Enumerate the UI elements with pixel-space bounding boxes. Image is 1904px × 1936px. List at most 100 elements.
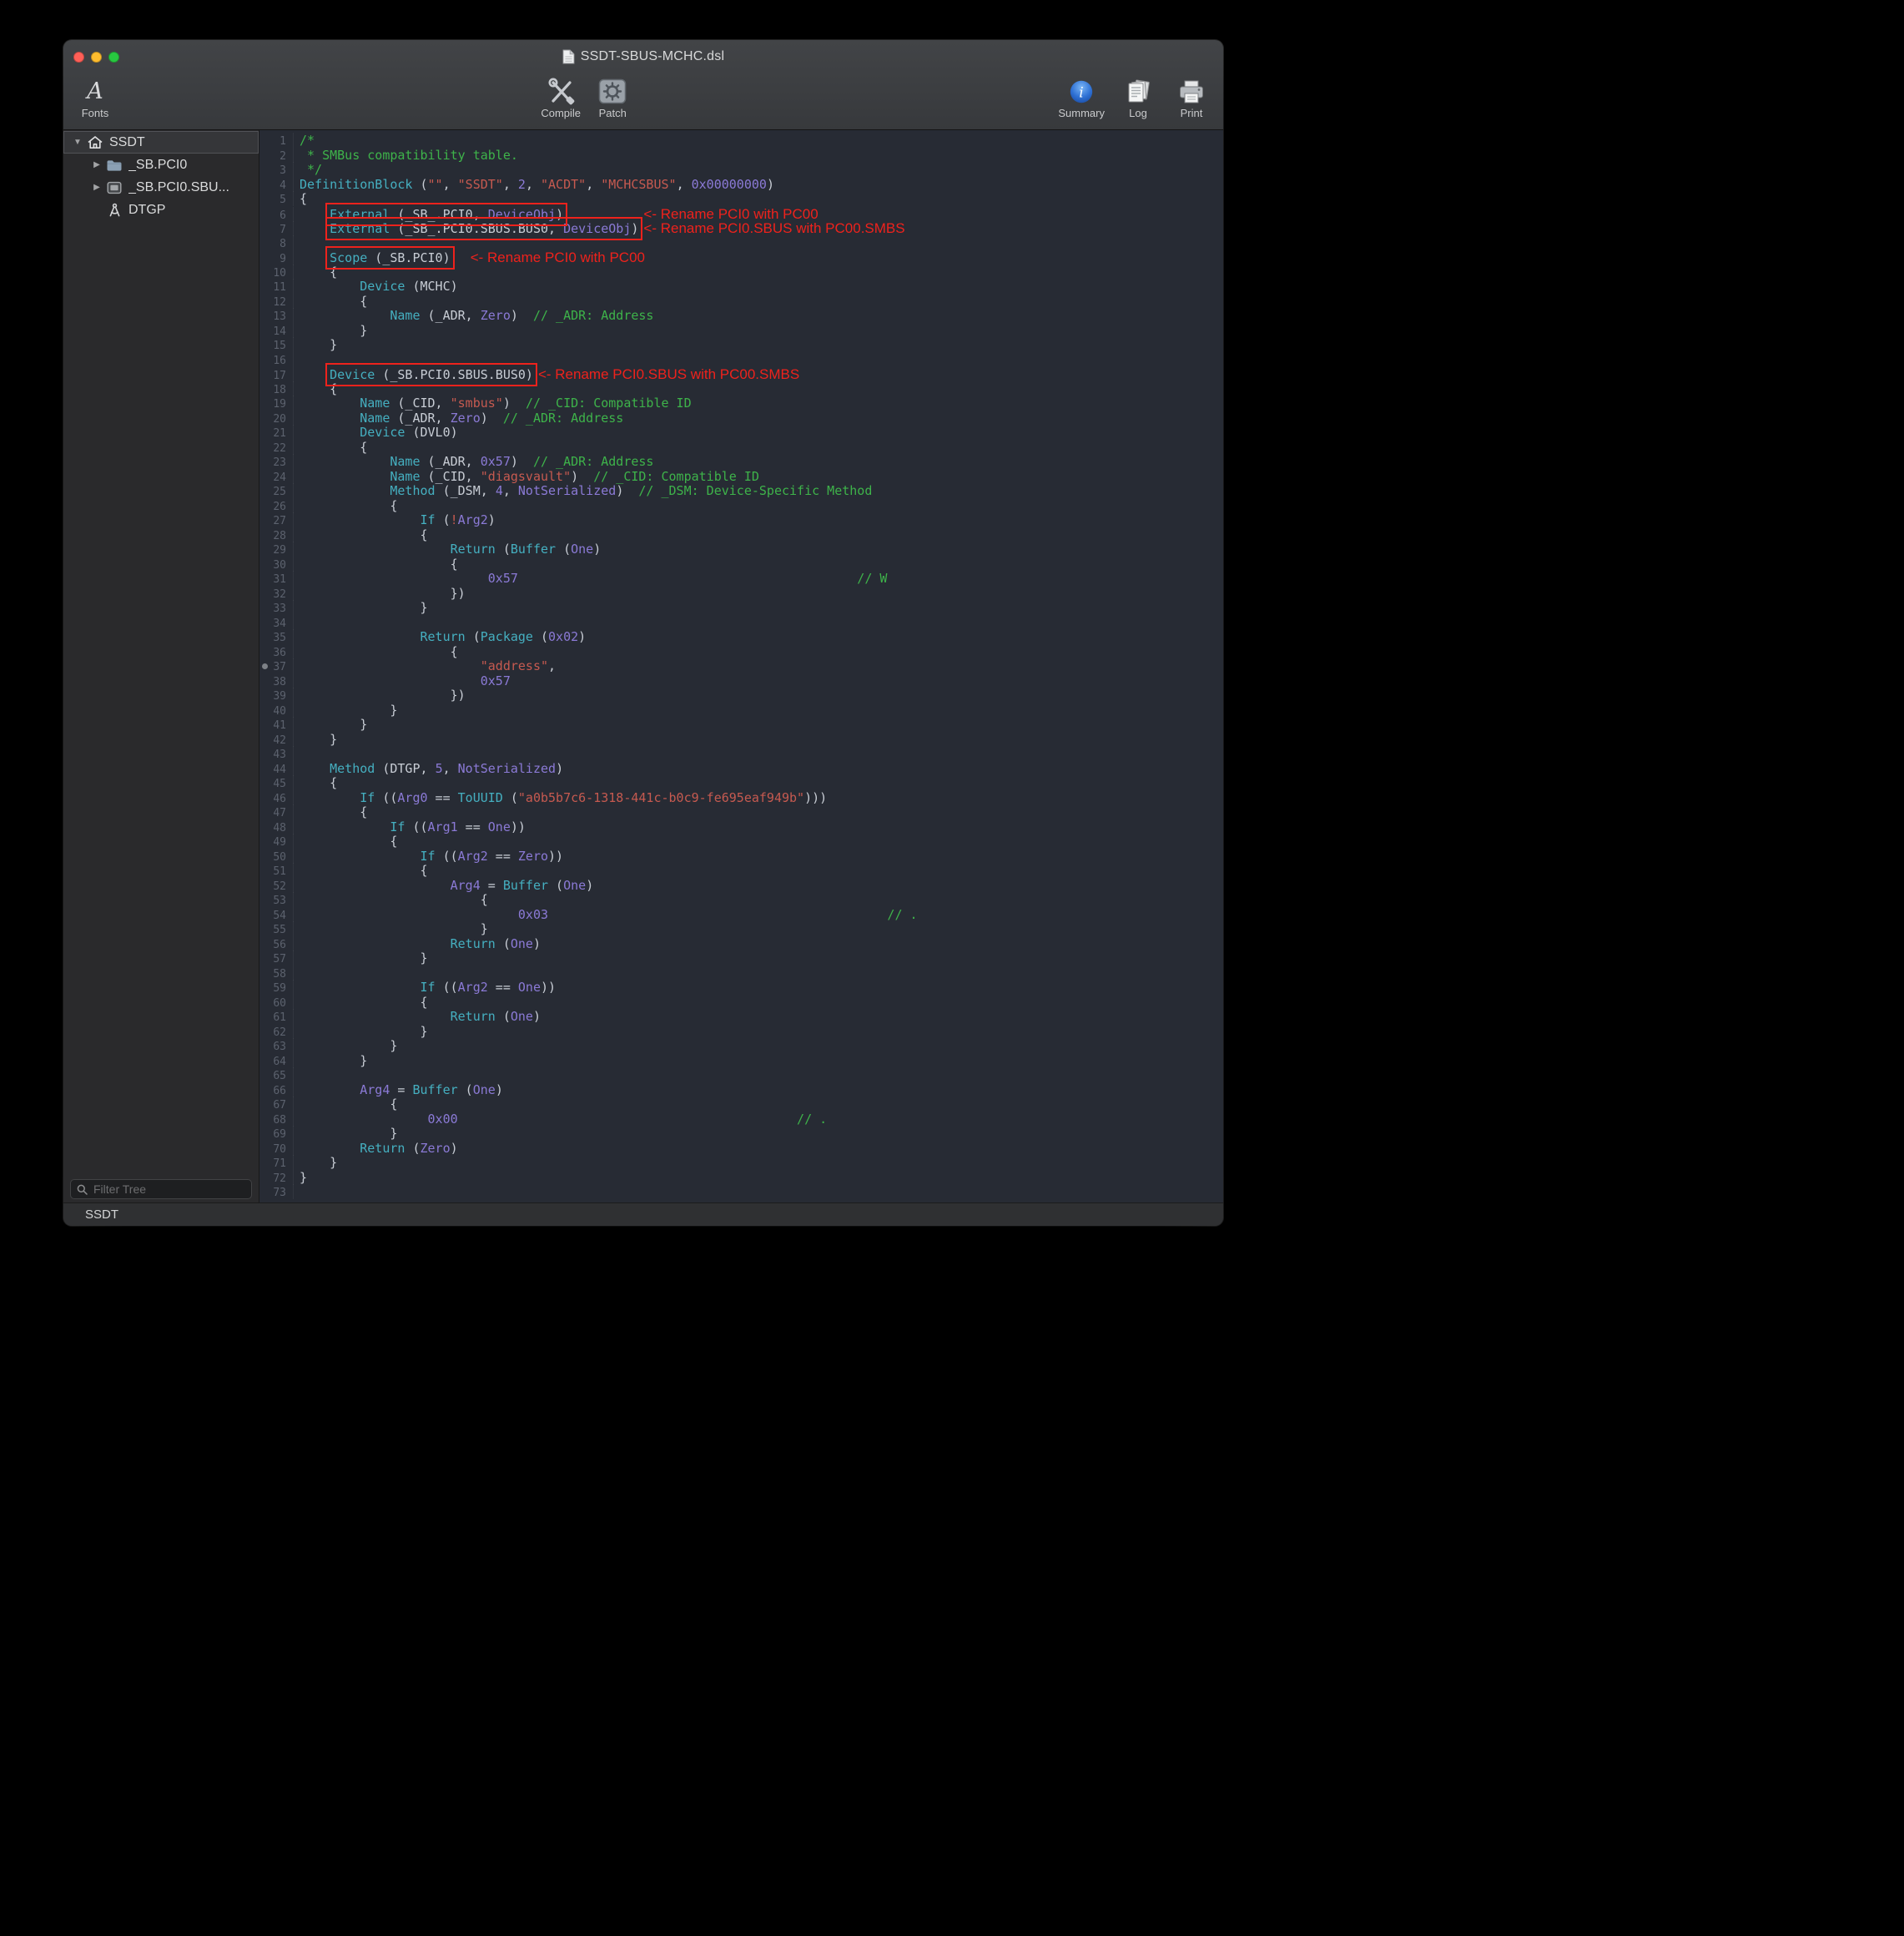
code-line[interactable]: 61 Return (One): [259, 1010, 1223, 1025]
code-line[interactable]: 43: [259, 747, 1223, 762]
sidebar-item-dtgp[interactable]: DTGP: [63, 199, 259, 221]
zoom-button[interactable]: [108, 52, 119, 63]
code-line[interactable]: 47 {: [259, 805, 1223, 820]
code-line[interactable]: 50 If ((Arg2 == Zero)): [259, 850, 1223, 865]
code-line[interactable]: 52 Arg4 = Buffer (One): [259, 879, 1223, 894]
line-number: 73: [259, 1186, 293, 1201]
code-line[interactable]: 17 Device (_SB.PCI0.SBUS.BUS0)<- Rename …: [259, 367, 1223, 382]
code-line[interactable]: 46 If ((Arg0 == ToUUID ("a0b5b7c6-1318-4…: [259, 791, 1223, 806]
code-line[interactable]: 20 Name (_ADR, Zero) // _ADR: Address: [259, 411, 1223, 426]
sidebar-item-sb-pci0[interactable]: ▶_SB.PCI0: [63, 154, 259, 176]
code-line[interactable]: 59 If ((Arg2 == One)): [259, 981, 1223, 996]
code-line[interactable]: 55 }: [259, 922, 1223, 937]
code-line[interactable]: 26 {: [259, 499, 1223, 514]
code-line[interactable]: 24 Name (_CID, "diagsvault") // _CID: Co…: [259, 470, 1223, 485]
code-line[interactable]: 38 0x57: [259, 674, 1223, 689]
code-line[interactable]: 5{: [259, 192, 1223, 207]
code-editor[interactable]: 1/*2 * SMBus compatibility table.3 */4De…: [259, 130, 1223, 1202]
code-line[interactable]: 64 }: [259, 1054, 1223, 1069]
code-line[interactable]: 19 Name (_CID, "smbus") // _CID: Compati…: [259, 396, 1223, 411]
code-line[interactable]: 16: [259, 353, 1223, 368]
code-line[interactable]: 66 Arg4 = Buffer (One): [259, 1083, 1223, 1098]
code-line[interactable]: 33 }: [259, 601, 1223, 616]
code-line[interactable]: 68 0x00 // .: [259, 1112, 1223, 1127]
disclosure-down-icon[interactable]: ▼: [71, 138, 84, 147]
minimize-button[interactable]: [91, 52, 102, 63]
code-line[interactable]: 53 {: [259, 893, 1223, 908]
line-number: 58: [259, 967, 293, 982]
code-line[interactable]: 30 {: [259, 557, 1223, 572]
sidebar-item-ssdt[interactable]: ▼SSDT: [63, 131, 259, 154]
code-line[interactable]: 36 {: [259, 645, 1223, 660]
print-button[interactable]: Print: [1171, 76, 1211, 119]
code-line[interactable]: 12 {: [259, 295, 1223, 310]
code-line[interactable]: 10 {: [259, 265, 1223, 280]
code-line[interactable]: 35 Return (Package (0x02): [259, 630, 1223, 645]
code-line[interactable]: 48 If ((Arg1 == One)): [259, 820, 1223, 835]
code-line[interactable]: 25 Method (_DSM, 4, NotSerialized) // _D…: [259, 484, 1223, 499]
code-line[interactable]: 60 {: [259, 996, 1223, 1011]
code-line[interactable]: 4DefinitionBlock ("", "SSDT", 2, "ACDT",…: [259, 178, 1223, 193]
code-line[interactable]: 1/*: [259, 134, 1223, 149]
patch-button[interactable]: Patch: [592, 76, 632, 119]
code-line[interactable]: 72}: [259, 1171, 1223, 1186]
code-line[interactable]: 7 External (_SB_.PCI0.SBUS.BUS0, DeviceO…: [259, 221, 1223, 236]
code-line[interactable]: 71 }: [259, 1156, 1223, 1171]
code-line[interactable]: 6 External (_SB_.PCI0, DeviceObj) <- Ren…: [259, 207, 1223, 222]
code-line[interactable]: 41 }: [259, 718, 1223, 733]
code-line[interactable]: 58: [259, 966, 1223, 981]
code-line[interactable]: 63 }: [259, 1039, 1223, 1054]
line-number: 60: [259, 996, 293, 1011]
summary-button[interactable]: iSummary: [1058, 76, 1105, 119]
line-number: 34: [259, 617, 293, 632]
code-line[interactable]: 28 {: [259, 528, 1223, 543]
code-line[interactable]: 45 {: [259, 776, 1223, 791]
code-line[interactable]: 56 Return (One): [259, 937, 1223, 952]
line-number: 3: [259, 164, 293, 179]
close-button[interactable]: [73, 52, 84, 63]
code-line[interactable]: 31 0x57 // W: [259, 572, 1223, 587]
code-line[interactable]: 29 Return (Buffer (One): [259, 542, 1223, 557]
code-line[interactable]: 23 Name (_ADR, 0x57) // _ADR: Address: [259, 455, 1223, 470]
code-line[interactable]: 44 Method (DTGP, 5, NotSerialized): [259, 762, 1223, 777]
disclosure-right-icon[interactable]: ▶: [90, 160, 103, 169]
fonts-button[interactable]: AFonts: [75, 76, 115, 119]
code-line[interactable]: 37 "address",: [259, 659, 1223, 674]
code-line[interactable]: 3 */: [259, 163, 1223, 178]
code-line[interactable]: 65: [259, 1068, 1223, 1083]
code-line[interactable]: 69 }: [259, 1127, 1223, 1142]
code-line[interactable]: 51 {: [259, 864, 1223, 879]
log-button[interactable]: Log: [1118, 76, 1158, 119]
code-line[interactable]: 62 }: [259, 1025, 1223, 1040]
code-line[interactable]: 11 Device (MCHC): [259, 280, 1223, 295]
main-content: ▼SSDT▶_SB.PCI0▶_SB.PCI0.SBU...DTGP 1/*2 …: [63, 130, 1223, 1202]
code-line[interactable]: 27 If (!Arg2): [259, 513, 1223, 528]
code-line[interactable]: 73: [259, 1185, 1223, 1200]
title-bar[interactable]: SSDT-SBUS-MCHC.dsl: [63, 40, 1223, 73]
code-line[interactable]: 21 Device (DVL0): [259, 426, 1223, 441]
code-line[interactable]: 13 Name (_ADR, Zero) // _ADR: Address: [259, 309, 1223, 324]
sidebar-item-sb-pci0-sbus[interactable]: ▶_SB.PCI0.SBU...: [63, 176, 259, 199]
code-line[interactable]: 70 Return (Zero): [259, 1142, 1223, 1157]
code-line[interactable]: 14 }: [259, 324, 1223, 339]
line-number: 8: [259, 237, 293, 252]
code-line[interactable]: 34: [259, 616, 1223, 631]
code-line[interactable]: 2 * SMBus compatibility table.: [259, 149, 1223, 164]
code-line[interactable]: 18 {: [259, 382, 1223, 397]
code-line[interactable]: 8: [259, 236, 1223, 251]
code-line[interactable]: 22 {: [259, 441, 1223, 456]
code-line[interactable]: 49 {: [259, 834, 1223, 850]
code-line[interactable]: 15 }: [259, 338, 1223, 353]
line-number: 48: [259, 821, 293, 836]
code-line[interactable]: 57 }: [259, 951, 1223, 966]
code-line[interactable]: 54 0x03 // .: [259, 908, 1223, 923]
disclosure-right-icon[interactable]: ▶: [90, 183, 103, 192]
filter-tree-input[interactable]: [92, 1182, 245, 1197]
code-line[interactable]: 40 }: [259, 703, 1223, 718]
code-line[interactable]: 9 Scope (_SB.PCI0) <- Rename PCI0 with P…: [259, 250, 1223, 265]
code-line[interactable]: 42 }: [259, 733, 1223, 748]
compile-button[interactable]: Compile: [541, 76, 581, 119]
code-line[interactable]: 39 }): [259, 688, 1223, 703]
code-line[interactable]: 67 {: [259, 1097, 1223, 1112]
code-line[interactable]: 32 }): [259, 587, 1223, 602]
